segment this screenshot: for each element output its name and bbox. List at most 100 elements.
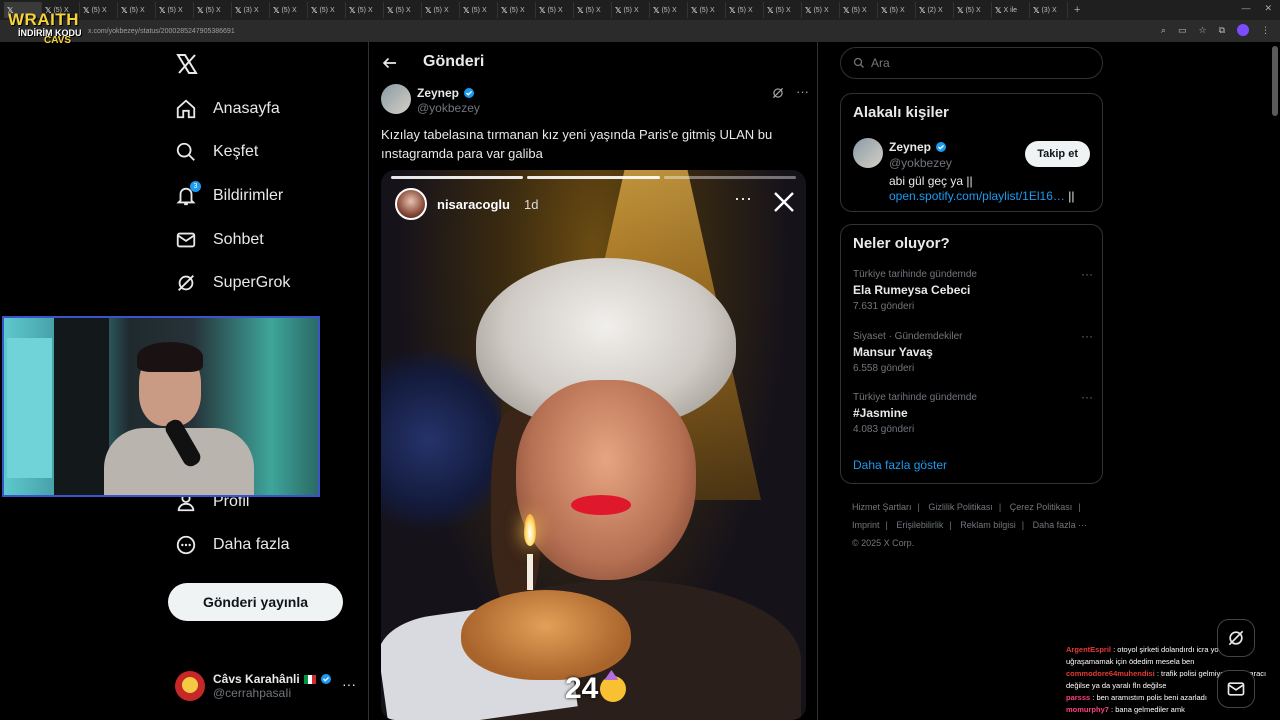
browser-tab-label: (5) X <box>395 6 411 14</box>
post-media-story[interactable]: nisaracoglu 1d ··· 24 <box>381 170 806 720</box>
footer-link[interactable]: Çerez Politikası <box>1010 502 1073 512</box>
address-bar: x.com/yokbezey/status/200028524790538669… <box>0 20 1280 42</box>
page-title: Gönderi <box>423 53 485 70</box>
related-user-name-row[interactable]: Zeynep <box>889 140 947 154</box>
search-icon <box>853 57 864 68</box>
minimize-icon[interactable]: — <box>1241 3 1250 14</box>
page-scrollbar[interactable] <box>1272 46 1278 116</box>
author-handle[interactable]: @yokbezey <box>417 101 480 115</box>
story-progress-segment <box>391 176 524 179</box>
browser-tab[interactable]: 𝕏 (5) X <box>536 2 574 18</box>
story-user-avatar <box>395 188 427 220</box>
footer-links: Hizmet Şartları | Gizlilik Politikası | Çe… <box>852 498 1102 552</box>
profile-avatar[interactable] <box>1237 24 1249 36</box>
browser-tab[interactable]: 𝕏 (5) X <box>498 2 536 18</box>
search-input[interactable] <box>871 56 1071 70</box>
browser-tab[interactable]: 𝕏 (5) X <box>194 2 232 18</box>
browser-menu-icon[interactable]: ⋮ <box>1261 25 1270 36</box>
footer-link[interactable]: Hizmet Şartları <box>852 502 912 512</box>
account-more-icon[interactable]: ··· <box>342 676 356 692</box>
browser-tab[interactable]: 𝕏 (5) X <box>270 2 308 18</box>
messages-fab-button[interactable] <box>1217 670 1255 708</box>
show-more-link[interactable]: Daha fazla göster <box>853 458 947 472</box>
nav-home[interactable]: Anasayfa <box>175 94 280 124</box>
browser-tab[interactable]: 𝕏 (5) X <box>878 2 916 18</box>
browser-tab[interactable]: 𝕏 (5) X <box>574 2 612 18</box>
nav-messages-label: Sohbet <box>213 231 264 248</box>
browser-tab[interactable]: 𝕏 (3) X <box>1030 2 1068 18</box>
grok-explain-icon[interactable] <box>771 86 785 100</box>
nav-supergrok[interactable]: SuperGrok <box>175 268 290 298</box>
browser-tab-label: (5) X <box>699 6 715 14</box>
browser-tab[interactable]: 𝕏 (5) X <box>156 2 194 18</box>
zoom-icon[interactable]: ⌕ <box>1161 25 1166 36</box>
trend-more-icon[interactable]: ··· <box>1081 329 1093 343</box>
related-user-handle[interactable]: @yokbezey <box>889 156 952 170</box>
trend-item[interactable]: Siyaset · Gündemdekiler Mansur Yavaş 6.5… <box>853 329 1093 381</box>
trend-topic: Ela Rumeysa Cebeci <box>853 283 971 297</box>
grok-icon <box>178 275 194 291</box>
browser-tab[interactable]: 𝕏 (5) X <box>612 2 650 18</box>
url-text[interactable]: x.com/yokbezey/status/200028524790538669… <box>88 28 235 35</box>
browser-tab[interactable]: 𝕏 (5) X <box>650 2 688 18</box>
grok-fab-button[interactable] <box>1217 619 1255 657</box>
x-favicon-icon: 𝕏 <box>957 5 964 15</box>
browser-tab[interactable]: 𝕏 (5) X <box>460 2 498 18</box>
browser-tab[interactable]: 𝕏 (5) X <box>764 2 802 18</box>
bookmark-star-icon[interactable]: ☆ <box>1198 25 1206 36</box>
related-user-bio-link[interactable]: open.spotify.com/playlist/1El16… <box>889 189 1065 203</box>
post-author: Zeynep @yokbezey ··· <box>381 84 811 120</box>
trend-topic: Mansur Yavaş <box>853 345 933 359</box>
nav-messages[interactable]: Sohbet <box>175 225 264 255</box>
browser-tab[interactable]: 𝕏X ile <box>992 2 1030 18</box>
nav-notifications[interactable]: 3 Bildirimler <box>175 181 283 211</box>
browser-tab[interactable]: 𝕏 (5) X <box>840 2 878 18</box>
follow-button[interactable]: Takip et <box>1025 141 1090 167</box>
browser-tab[interactable]: 𝕏 (5) X <box>954 2 992 18</box>
trend-more-icon[interactable]: ··· <box>1081 267 1093 281</box>
home-icon <box>176 99 196 119</box>
x-favicon-icon: 𝕏 <box>235 5 242 15</box>
browser-tab[interactable]: 𝕏 (5) X <box>726 2 764 18</box>
face-image <box>516 380 696 580</box>
browser-tab[interactable]: 𝕏 (5) X <box>118 2 156 18</box>
account-switcher[interactable]: Câvs Karahânli @cerrahpasaIi ··· <box>175 668 360 704</box>
related-user-bio: abi gül geç ya || <box>889 174 973 188</box>
search-box[interactable] <box>840 47 1103 79</box>
post-button[interactable]: Gönderi yayınla <box>168 583 343 621</box>
footer-link[interactable]: Imprint <box>852 520 880 530</box>
browser-tab[interactable]: 𝕏 (5) X <box>308 2 346 18</box>
related-people-card: Alakalı kişiler Zeynep @yokbezey Takip e… <box>840 93 1103 212</box>
nav-explore[interactable]: Keşfet <box>175 137 258 167</box>
footer-link[interactable]: Reklam bilgisi <box>960 520 1016 530</box>
close-window-icon[interactable]: ✕ <box>1264 3 1272 14</box>
x-favicon-icon: 𝕏 <box>919 5 926 15</box>
trend-more-icon[interactable]: ··· <box>1081 390 1093 404</box>
x-logo-icon[interactable] <box>175 52 199 76</box>
author-name-row[interactable]: Zeynep <box>417 86 475 100</box>
related-user-avatar[interactable] <box>853 138 883 168</box>
nav-more[interactable]: Daha fazla <box>175 530 290 560</box>
footer-link[interactable]: Erişilebilirlik <box>896 520 943 530</box>
browser-tab[interactable]: 𝕏 (3) X <box>232 2 270 18</box>
footer-link[interactable]: Daha fazla ··· <box>1033 520 1088 530</box>
footer-separator: | <box>885 520 888 530</box>
chat-user: momurphy7 <box>1066 705 1109 714</box>
trend-item[interactable]: Türkiye tarihinde gündemde #Jasmine 4.08… <box>853 390 1093 442</box>
browser-tab[interactable]: 𝕏 (5) X <box>346 2 384 18</box>
account-name-row: Câvs Karahânli <box>213 672 332 686</box>
post-more-icon[interactable]: ··· <box>796 84 809 99</box>
new-tab-icon[interactable]: + <box>1074 4 1080 16</box>
trend-item[interactable]: Türkiye tarihinde gündemde Ela Rumeysa C… <box>853 267 1093 319</box>
back-arrow-icon[interactable] <box>381 54 399 72</box>
browser-tab[interactable]: 𝕏 (5) X <box>384 2 422 18</box>
cast-icon[interactable]: ▭ <box>1178 25 1187 36</box>
browser-tab[interactable]: 𝕏 (5) X <box>802 2 840 18</box>
browser-tab[interactable]: 𝕏 (5) X <box>422 2 460 18</box>
author-avatar[interactable] <box>381 84 411 114</box>
footer-link[interactable]: Gizlilik Politikası <box>928 502 993 512</box>
browser-tab[interactable]: 𝕏 (2) X <box>916 2 954 18</box>
browser-tab[interactable]: 𝕏 (5) X <box>688 2 726 18</box>
browser-tab-label: (5) X <box>509 6 525 14</box>
extensions-icon[interactable]: ⧉ <box>1219 25 1225 36</box>
